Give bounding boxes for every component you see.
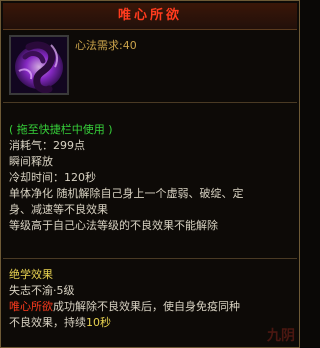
unique-effect-section: 绝学效果 失志不渝·5级 唯心所欲成功解除不良效果后，使自身免疫同种 不良效果，… [9,267,295,331]
description-line: 身、减速等不良效果 [9,203,108,216]
cooldown: 冷却时间：120秒 [9,171,96,184]
cast-type: 瞬间释放 [9,155,53,168]
description-line: 单体净化 随机解除自己身上一个虚弱、破绽、定 [9,187,244,200]
skill-title: 唯心所欲 [3,3,297,30]
skill-tooltip: 唯心所欲 心法需求:40 ( 拖至快捷栏中使用 ) 消耗气：299点 瞬间释放 … [0,0,300,348]
unique-effect-title: 绝学效果 [9,268,53,281]
usage-hint: ( 拖至快捷栏中使用 ) [9,123,113,136]
unique-effect-level: 失志不渝·5级 [9,284,75,297]
divider [3,258,297,259]
effect-text: 不良效果，持续 [9,316,86,329]
unique-effect-line: 不良效果，持续10秒 [9,315,295,331]
effect-text: 成功解除不良效果后，使自身免疫同种 [53,300,240,313]
effect-duration: 10秒 [86,316,111,329]
qi-cost: 消耗气：299点 [9,139,85,152]
divider [3,102,297,103]
purple-spirit-icon [9,35,69,95]
skill-requirement: 心法需求:40 [75,39,137,52]
skill-details: ( 拖至快捷栏中使用 ) 消耗气：299点 瞬间释放 冷却时间：120秒 单体净… [9,122,295,234]
unique-effect-line: 唯心所欲成功解除不良效果后，使自身免疫同种 [9,299,295,315]
skill-name-ref: 唯心所欲 [9,300,53,313]
description-line: 等级高于自己心法等级的不良效果不能解除 [9,219,218,232]
watermark: 九阴 [267,328,295,344]
